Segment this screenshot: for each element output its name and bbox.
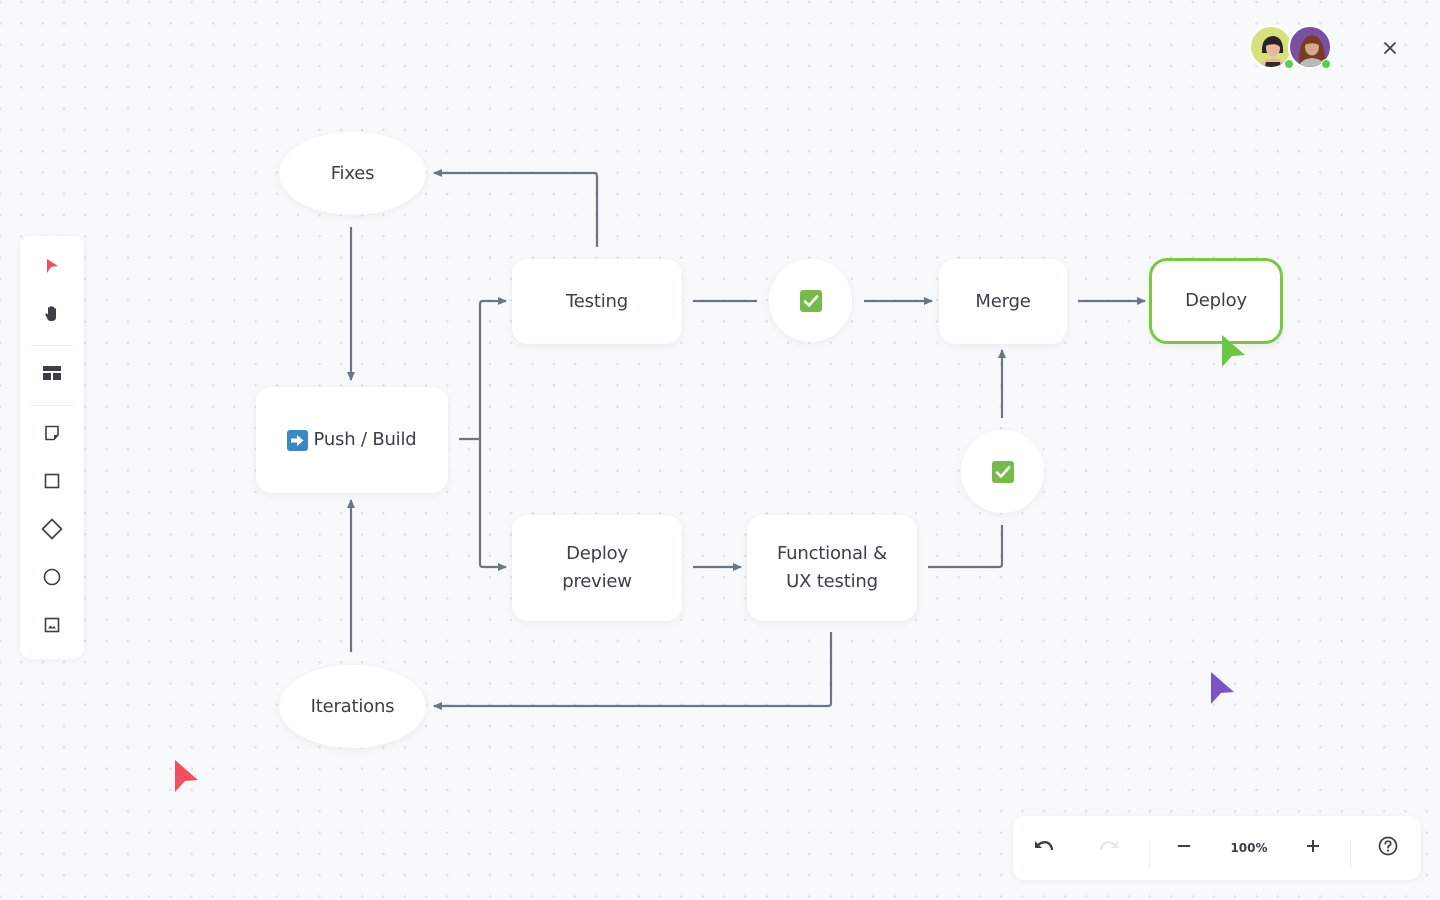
redo-icon: [1099, 839, 1119, 858]
online-status-dot: [1321, 59, 1331, 69]
tools-toolbar: [20, 236, 84, 659]
plus-icon: [1306, 839, 1320, 858]
image-icon: [44, 617, 60, 638]
node-fixes[interactable]: Fixes: [279, 132, 426, 215]
table-icon: [43, 365, 61, 385]
zoom-level[interactable]: 100%: [1223, 833, 1275, 863]
node-label-line1: Functional &: [777, 543, 887, 564]
node-label: Merge: [975, 290, 1031, 312]
collaborator-cursor-green: [1221, 334, 1247, 373]
close-button[interactable]: [1378, 38, 1402, 62]
diamond-icon: [41, 518, 63, 545]
tool-rectangle[interactable]: [37, 468, 67, 498]
hand-icon: [44, 305, 60, 328]
collaborator-cursor-red: [174, 759, 200, 798]
node-push-build[interactable]: Push / Build: [256, 387, 448, 493]
help-button[interactable]: [1373, 833, 1403, 863]
node-label: Deploy: [1185, 290, 1247, 311]
close-icon: [1383, 41, 1397, 60]
tool-sticky-note[interactable]: [37, 420, 67, 450]
node-check-right[interactable]: [961, 430, 1044, 513]
cursor-icon: [1222, 335, 1245, 367]
tool-circle[interactable]: [37, 564, 67, 594]
toolbar-divider: [31, 345, 73, 346]
node-label-line1: Deploy: [566, 543, 628, 564]
undo-icon: [1034, 839, 1054, 858]
zoom-in-button[interactable]: [1298, 833, 1328, 863]
checkmark-icon: [799, 289, 822, 312]
node-label: Iterations: [310, 695, 395, 717]
tool-diamond[interactable]: [37, 516, 67, 546]
push-arrow-icon: [287, 429, 309, 451]
tool-image[interactable]: [37, 612, 67, 642]
toolbar-divider: [31, 405, 73, 406]
bottombar-divider: [1350, 840, 1351, 868]
help-icon: [1378, 836, 1398, 861]
node-label: Testing: [566, 290, 628, 312]
node-check-top[interactable]: [769, 259, 852, 342]
node-functional-ux-testing[interactable]: Functional & UX testing: [747, 515, 917, 621]
sticky-note-icon: [44, 425, 60, 446]
edge-push-build-to-deploy-preview: [478, 439, 507, 571]
edge-push-build-to-testing: [478, 297, 507, 439]
tool-hand[interactable]: [37, 301, 67, 331]
redo-button[interactable]: [1094, 833, 1124, 863]
checkmark-icon: [991, 460, 1014, 483]
node-merge[interactable]: Merge: [939, 259, 1067, 344]
edge-functional-to-iterations: [433, 632, 833, 710]
node-iterations[interactable]: Iterations: [279, 665, 426, 748]
minus-icon: [1177, 839, 1191, 858]
node-label: Push / Build: [313, 429, 417, 450]
undo-button[interactable]: [1029, 833, 1059, 863]
node-testing[interactable]: Testing: [512, 259, 682, 344]
cursor-icon: [175, 760, 198, 792]
circle-icon: [43, 568, 61, 591]
square-icon: [44, 473, 60, 494]
node-deploy-preview[interactable]: Deploy preview: [512, 515, 682, 621]
pointer-icon: [45, 258, 59, 279]
node-label-line2: UX testing: [786, 571, 878, 592]
tool-table[interactable]: [37, 360, 67, 390]
node-label-line2: preview: [562, 571, 632, 592]
node-label: Fixes: [330, 162, 375, 184]
collaborator-cursor-purple: [1210, 671, 1236, 710]
cursor-icon: [1211, 672, 1234, 704]
tool-select[interactable]: [37, 253, 67, 283]
zoom-history-bar: 100%: [1013, 816, 1421, 880]
edge-functional-to-check: [928, 525, 1004, 569]
node-deploy[interactable]: Deploy: [1149, 258, 1283, 344]
zoom-out-button[interactable]: [1169, 833, 1199, 863]
bottombar-divider: [1149, 840, 1150, 868]
diagram-edges: [347, 169, 1146, 710]
edge-testing-to-fixes: [433, 169, 599, 247]
